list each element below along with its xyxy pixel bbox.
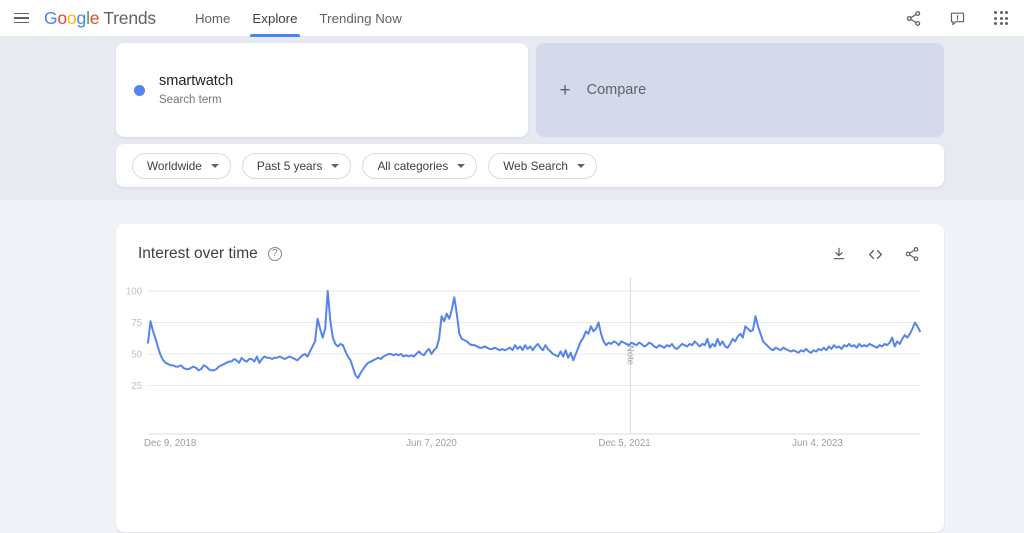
download-icon[interactable] <box>831 246 847 262</box>
logo-letter-g2: g <box>76 7 87 28</box>
interest-over-time-card: Interest over time ? 100 75 50 25 Dec 9,… <box>116 224 944 532</box>
y-axis-tick-label: 75 <box>131 318 142 329</box>
chevron-down-icon <box>576 163 585 168</box>
search-term-card[interactable]: smartwatch Search term <box>116 43 528 137</box>
help-icon[interactable]: ? <box>267 247 282 261</box>
logo-letter-o2: o <box>66 7 77 28</box>
google-trends-logo[interactable]: Google Trends <box>44 8 156 29</box>
filter-bar: Worldwide Past 5 years All categories We… <box>116 144 944 187</box>
apps-grid-icon[interactable] <box>990 7 1012 29</box>
search-type-filter-label: Web Search <box>503 158 568 173</box>
time-range-filter-label: Past 5 years <box>256 158 323 173</box>
logo-product-name: Trends <box>103 7 156 28</box>
hamburger-icon[interactable] <box>8 5 34 31</box>
location-filter[interactable]: Worldwide <box>132 152 231 179</box>
series-color-dot <box>134 84 145 96</box>
y-axis-tick-label: 50 <box>131 349 142 360</box>
annotation-label: Note <box>625 345 636 365</box>
compare-card[interactable]: + Compare <box>535 43 944 137</box>
chevron-down-icon <box>331 163 340 168</box>
x-axis-tick-label: Jun 4, 2023 <box>792 438 843 449</box>
search-term-subtitle: Search term <box>159 94 222 106</box>
compare-label: Compare <box>586 82 647 98</box>
category-filter-label: All categories <box>377 158 449 173</box>
x-axis-tick-label: Dec 9, 2018 <box>144 438 196 449</box>
chevron-down-icon <box>210 163 219 168</box>
search-type-filter[interactable]: Web Search <box>488 152 597 179</box>
logo-letter-o1: o <box>57 7 67 28</box>
category-filter[interactable]: All categories <box>362 152 478 179</box>
y-axis-tick-label: 100 <box>126 286 143 297</box>
main-nav: Home Explore Trending Now <box>184 0 413 37</box>
x-axis-tick-label: Dec 5, 2021 <box>598 438 650 449</box>
logo-letter-g: G <box>44 7 58 28</box>
interest-over-time-chart[interactable]: 100 75 50 25 Dec 9, 2018 Jun 7, 2020 Dec 5, 20… <box>116 277 944 482</box>
chart-title: Interest over time <box>138 245 258 262</box>
nav-item-explore[interactable]: Explore <box>241 0 308 37</box>
logo-letter-e: e <box>89 7 100 28</box>
search-term-title: smartwatch <box>159 73 234 89</box>
share-icon[interactable] <box>904 246 920 262</box>
embed-code-icon[interactable] <box>867 246 884 263</box>
time-range-filter[interactable]: Past 5 years <box>241 152 352 179</box>
feedback-icon[interactable] <box>946 7 968 29</box>
x-axis-tick-label: Jun 7, 2020 <box>406 438 457 449</box>
nav-item-home[interactable]: Home <box>184 0 241 37</box>
chart-line-series <box>147 290 921 379</box>
nav-item-trending-now[interactable]: Trending Now <box>309 0 413 37</box>
chevron-down-icon <box>457 163 466 168</box>
plus-icon: + <box>559 79 571 101</box>
location-filter-label: Worldwide <box>147 158 202 173</box>
chart-header: Interest over time ? <box>116 224 944 263</box>
search-terms-row: smartwatch Search term + Compare <box>116 43 944 137</box>
y-axis-tick-label: 25 <box>131 381 142 392</box>
chart-actions <box>831 246 920 263</box>
chart-svg: 100 75 50 25 Dec 9, 2018 Jun 7, 2020 Dec 5, 20… <box>126 277 921 449</box>
header-actions <box>902 7 1024 29</box>
share-icon[interactable] <box>902 7 924 29</box>
app-header: Google Trends Home Explore Trending Now <box>0 0 1024 37</box>
